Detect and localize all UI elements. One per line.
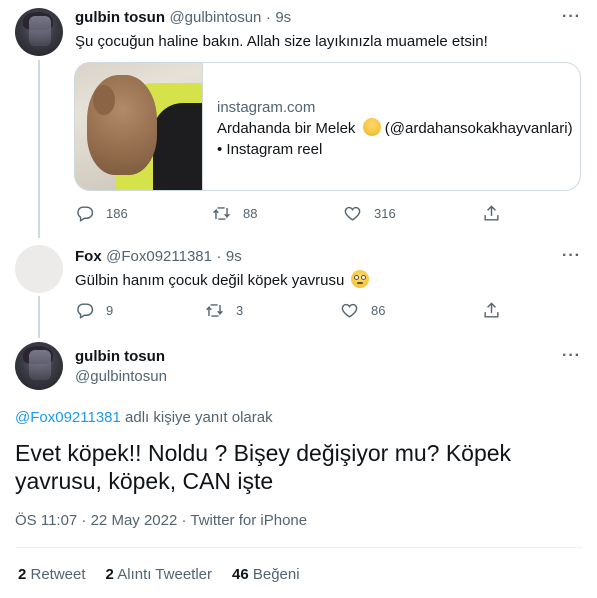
more-options-button[interactable]: ··· <box>562 8 581 26</box>
separator-dot: · <box>265 9 271 26</box>
timestamp[interactable]: 9s <box>226 248 242 265</box>
tweet-text-line: Evet köpek!! Noldu ? Bişey değişiyor mu?… <box>15 440 512 466</box>
reply-icon <box>77 206 94 222</box>
more-options-button[interactable]: ··· <box>562 347 581 365</box>
reply-icon <box>77 303 94 319</box>
tweet-header: Fox @Fox09211381 · 9s <box>75 248 242 266</box>
link-card[interactable]: instagram.com Ardahanda bir Melek (@arda… <box>74 62 581 191</box>
share-icon <box>484 302 499 318</box>
author-name[interactable]: Fox <box>75 248 102 265</box>
tweet-text: Şu çocuğun haline bakın. Allah size layı… <box>75 33 488 50</box>
reply-button[interactable]: 9 <box>75 301 113 320</box>
share-icon <box>484 205 499 221</box>
reply-count: 9 <box>106 303 114 318</box>
heart-icon <box>344 206 361 221</box>
retweet-button[interactable]: 3 <box>205 301 243 320</box>
like-button[interactable]: 316 <box>343 204 396 223</box>
avatar[interactable] <box>15 8 63 56</box>
thread-line <box>38 60 40 238</box>
card-title-handle: (@ardahansokakhayvanlari) <box>384 120 573 137</box>
retweet-icon <box>206 304 223 317</box>
retweet-button[interactable]: 88 <box>212 204 257 223</box>
quote-stat-label: Alıntı Tweetler <box>113 566 212 583</box>
thread-line <box>38 296 40 338</box>
card-subtitle: • Instagram reel <box>217 141 323 158</box>
tweet-text-line: yavrusu, köpek, CAN işte <box>15 468 274 494</box>
card-title-text: Ardahanda bir Melek <box>217 120 356 137</box>
like-stat-link[interactable]: 46 Beğeni <box>232 566 300 583</box>
author-name[interactable]: gulbin tosun <box>75 9 165 26</box>
retweet-stat-label: Retweet <box>26 566 86 583</box>
timestamp[interactable]: 9s <box>275 9 291 26</box>
retweet-count: 88 <box>243 206 258 221</box>
avatar[interactable] <box>15 342 63 390</box>
card-domain: instagram.com <box>217 99 316 116</box>
like-count: 86 <box>371 303 386 318</box>
tweet-text: Gülbin hanım çocuk değil köpek yavrusu <box>75 272 345 289</box>
like-stat-count: 46 <box>232 566 249 583</box>
card-title: Ardahanda bir Melek (@ardahansokakhayvan… <box>217 118 573 139</box>
reply-context: @Fox09211381 adlı kişiye yanıt olarak <box>15 409 273 426</box>
rolling-eyes-emoji-icon <box>351 270 370 288</box>
card-info: instagram.com Ardahanda bir Melek (@arda… <box>217 97 573 160</box>
more-options-button[interactable]: ··· <box>562 247 581 265</box>
reply-to-text: adlı kişiye yanıt olarak <box>120 409 273 426</box>
author-handle[interactable]: @gulbintosun <box>75 368 167 385</box>
like-button[interactable]: 86 <box>340 301 385 320</box>
retweet-count: 3 <box>236 303 244 318</box>
share-button[interactable] <box>482 301 513 320</box>
like-stat-label: Beğeni <box>248 566 300 583</box>
reply-to-mention-link[interactable]: @Fox09211381 <box>15 409 121 426</box>
author-handle[interactable]: @Fox09211381 <box>106 248 212 265</box>
card-thumbnail <box>75 63 203 190</box>
reply-button[interactable]: 186 <box>75 204 128 223</box>
like-count: 316 <box>374 206 396 221</box>
person-emoji-icon <box>362 118 381 136</box>
tweet-stats: 2 Retweet 2 Alıntı Tweetler 46 Beğeni <box>18 566 300 583</box>
reply-count: 186 <box>106 206 128 221</box>
separator-dot: · <box>216 248 222 265</box>
tweet-text: Evet köpek!! Noldu ? Bişey değişiyor mu?… <box>15 439 585 495</box>
tweet-text-wrap: Gülbin hanım çocuk değil köpek yavrusu <box>75 270 370 291</box>
retweet-icon <box>213 207 230 220</box>
tweet-header: gulbin tosun @gulbintosun · 9s <box>75 9 291 27</box>
share-button[interactable] <box>482 204 513 223</box>
heart-icon <box>341 303 358 318</box>
quote-stat-count: 2 <box>105 566 114 583</box>
author-name[interactable]: gulbin tosun <box>75 348 165 365</box>
quote-stat-link[interactable]: 2 Alıntı Tweetler <box>106 566 212 583</box>
retweet-stat-link[interactable]: 2 Retweet <box>18 566 86 583</box>
tweet-meta[interactable]: ÖS 11:07 · 22 May 2022 · Twitter for iPh… <box>15 512 307 529</box>
divider <box>15 547 582 548</box>
author-handle[interactable]: @gulbintosun <box>169 9 261 26</box>
avatar[interactable] <box>15 245 63 293</box>
